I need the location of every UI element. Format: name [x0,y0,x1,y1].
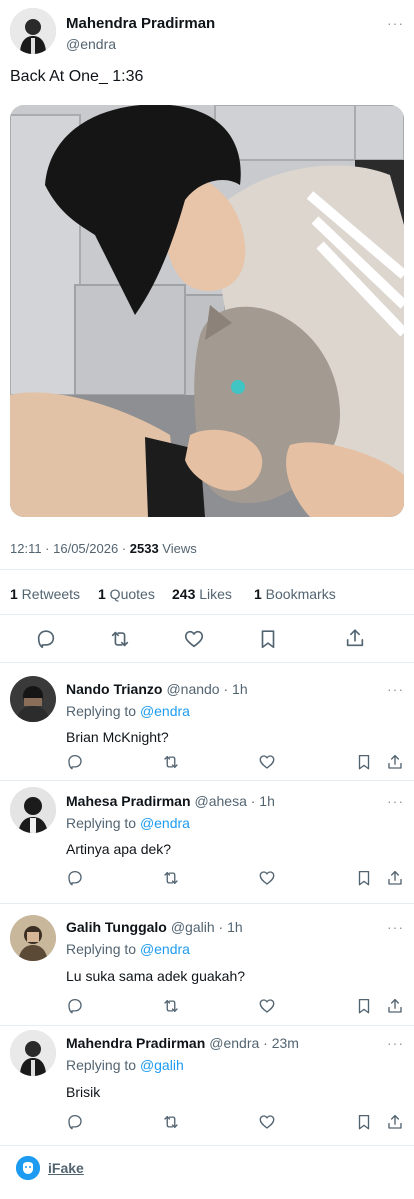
like-icon[interactable] [258,869,276,887]
divider [0,1145,414,1146]
like-icon[interactable] [183,628,205,650]
mention-link[interactable]: @galih [140,1057,184,1073]
reply-author-name: Galih Tunggalo [66,919,167,935]
share-icon[interactable] [344,627,366,649]
post-header: Mahendra Pradirman @endra ··· [10,8,404,56]
reply-author[interactable]: Mahendra Pradirman @endra · 23m [66,1035,299,1051]
views-label: Views [158,541,197,556]
post-text: Back At One_ 1:36 [10,68,144,85]
post-meta: 12:11 · 16/05/2026 · 2533 Views [10,541,197,556]
replying-to: Replying to @endra [66,941,190,957]
reply-handle-time: @nando · 1h [166,681,248,697]
retweet-icon[interactable] [162,1113,180,1131]
bookmarks-count: 1 [254,586,262,602]
quotes-label: Quotes [105,586,155,602]
bookmark-icon[interactable] [355,869,373,887]
author-name[interactable]: Mahendra Pradirman [66,15,215,32]
post-time-date: 12:11 · 16/05/2026 · [10,541,130,556]
bookmark-icon[interactable] [355,1113,373,1131]
reply-text: Lu suka sama adek guakah? [66,968,246,984]
reply-icon[interactable] [66,1113,84,1131]
retweet-icon[interactable] [162,753,180,771]
like-icon[interactable] [258,1113,276,1131]
reply-icon[interactable] [35,628,57,650]
quotes-count: 1 [98,586,106,602]
reply-avatar[interactable] [10,915,56,961]
mention-link[interactable]: @endra [140,941,190,957]
author-handle[interactable]: @endra [66,36,116,52]
reply-avatar[interactable] [10,787,56,833]
bookmark-icon[interactable] [355,753,373,771]
retweets-label: Retweets [17,586,81,602]
divider [0,569,414,570]
more-options-icon[interactable]: ··· [387,920,404,934]
reply-author-name: Mahesa Pradirman [66,793,191,809]
reply-text: Artinya apa dek? [66,841,172,857]
bookmarks-label: Bookmarks [261,586,336,602]
divider [0,662,414,663]
more-options-icon[interactable]: ··· [387,16,404,30]
divider [0,1025,414,1026]
share-icon[interactable] [386,997,404,1015]
like-icon[interactable] [258,997,276,1015]
views-count: 2533 [129,541,159,556]
retweets-count: 1 [10,586,18,602]
reply-text: Brian McKnight? [66,729,169,745]
likes-count: 243 [172,586,196,602]
reply-handle-time: @galih · 1h [170,919,243,935]
bookmark-icon[interactable] [355,997,373,1015]
divider [0,780,414,781]
quotes-stat[interactable]: 1 Quotes [98,586,155,602]
mention-link[interactable]: @endra [140,703,190,719]
more-options-icon[interactable]: ··· [387,682,404,696]
replying-prefix: Replying to [66,815,140,831]
retweet-icon[interactable] [162,869,180,887]
reply-item[interactable]: Mahesa Pradirman @ahesa · 1h ··· Replying… [0,783,414,901]
post-action-bar [0,622,414,656]
reply-item[interactable]: Galih Tunggalo @galih · 1h ··· Replying t… [0,911,414,1023]
more-options-icon[interactable]: ··· [387,1036,404,1050]
author-avatar[interactable] [10,8,56,54]
reply-icon[interactable] [66,997,84,1015]
mention-link[interactable]: @endra [140,815,190,831]
divider [0,614,414,615]
divider [0,903,414,904]
replying-prefix: Replying to [66,1057,140,1073]
more-options-icon[interactable]: ··· [387,794,404,808]
replying-to: Replying to @endra [66,703,190,719]
reply-item[interactable]: Mahendra Pradirman @endra · 23m ··· Reply… [0,1027,414,1139]
likes-stat[interactable]: 243 Likes [172,586,232,602]
likes-label: Likes [195,586,232,602]
replying-to: Replying to @galih [66,1057,184,1073]
share-icon[interactable] [386,869,404,887]
bookmark-icon[interactable] [257,628,279,650]
reply-icon[interactable] [66,869,84,887]
share-icon[interactable] [386,1113,404,1131]
retweet-icon[interactable] [162,997,180,1015]
share-icon[interactable] [386,753,404,771]
reply-handle-time: @endra · 23m [209,1035,299,1051]
reply-author[interactable]: Nando Trianzo @nando · 1h [66,681,248,697]
reply-author[interactable]: Galih Tunggalo @galih · 1h [66,919,243,935]
replying-prefix: Replying to [66,703,140,719]
reply-author-name: Mahendra Pradirman [66,1035,206,1051]
reply-avatar[interactable] [10,676,56,722]
like-icon[interactable] [258,753,276,771]
reply-handle-time: @ahesa · 1h [194,793,275,809]
retweets-stat[interactable]: 1 Retweets [10,586,80,602]
ifake-label[interactable]: iFake [48,1160,84,1176]
reply-author-name: Nando Trianzo [66,681,163,697]
reply-icon[interactable] [66,753,84,771]
replying-to: Replying to @endra [66,815,190,831]
post-photo[interactable] [10,105,404,517]
reply-text: Brisik [66,1084,101,1100]
retweet-icon[interactable] [109,628,131,650]
bookmarks-stat[interactable]: 1 Bookmarks [254,586,336,602]
reply-avatar[interactable] [10,1030,56,1076]
replying-prefix: Replying to [66,941,140,957]
reply-item[interactable]: Nando Trianzo @nando · 1h ··· Replying to… [0,670,414,778]
ifake-logo-icon [16,1156,40,1180]
reply-author[interactable]: Mahesa Pradirman @ahesa · 1h [66,793,275,809]
